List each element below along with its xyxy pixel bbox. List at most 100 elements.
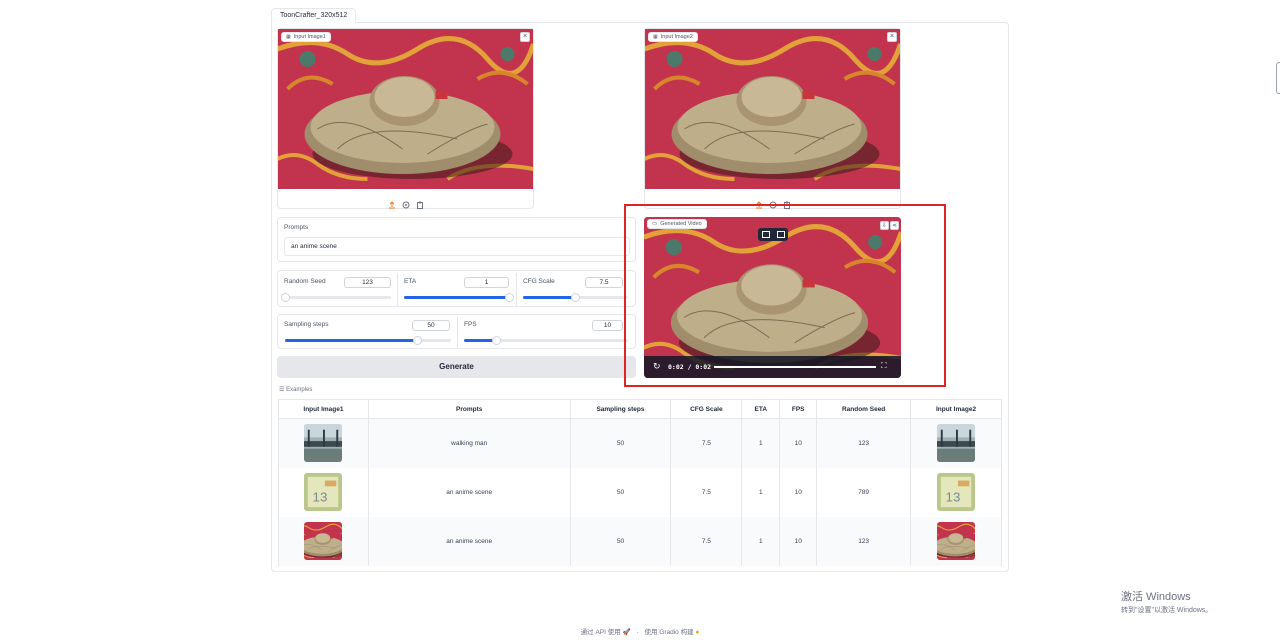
- prompts-input[interactable]: an anime scene: [284, 237, 630, 256]
- eta-label: ETA: [404, 278, 417, 285]
- footer: 通过 API 使用 🚀 · 使用 Gradio 构建 ●: [0, 626, 1280, 636]
- random-seed-slider[interactable]: [280, 293, 391, 302]
- col-eta: ETA: [741, 399, 781, 419]
- fps-slider[interactable]: [464, 336, 628, 345]
- examples-label: ☰ Examples: [279, 386, 312, 393]
- side-scroll-handle[interactable]: [1276, 62, 1280, 94]
- prompts-field: Prompts an anime scene: [277, 217, 636, 262]
- example-seed: 789: [816, 467, 912, 517]
- table-row[interactable]: walking man 50 7.5 1 10 123: [278, 418, 1002, 468]
- cfg-scale-slider-thumb[interactable]: [571, 293, 580, 302]
- api-link[interactable]: 通过 API 使用: [581, 629, 621, 636]
- windows-activation-title: 激活 Windows: [1121, 591, 1191, 603]
- upload-icon[interactable]: [755, 196, 763, 209]
- footer-separator: ·: [636, 629, 639, 636]
- tooncrafter-tab[interactable]: ToonCrafter_320x512: [271, 8, 357, 23]
- rocket-icon: 🚀: [622, 629, 631, 636]
- sampling-steps-label: Sampling steps: [284, 321, 329, 328]
- example-eta: 1: [741, 418, 781, 468]
- clipboard-icon[interactable]: [416, 196, 424, 209]
- input-image1-toolbar: [278, 196, 533, 209]
- divider: [457, 317, 458, 348]
- params-row-1: Random Seed 123 ETA 1 CFG Scale 7.5: [277, 270, 636, 307]
- webcam-icon[interactable]: [402, 196, 410, 209]
- example-steps: 50: [569, 516, 672, 566]
- list-icon: ☰: [279, 387, 285, 393]
- fps-input[interactable]: 10: [592, 320, 623, 331]
- highlight-annotation-box: [624, 204, 946, 387]
- table-row[interactable]: an anime scene 50 7.5 1 10 123: [278, 516, 1002, 566]
- fps-label: FPS: [464, 321, 477, 328]
- prompts-label: Prompts: [284, 224, 309, 231]
- input-image1-box[interactable]: ▦ Input Image1 ×: [277, 28, 534, 209]
- col-prompts: Prompts: [367, 399, 571, 419]
- example-prompt: an anime scene: [367, 516, 571, 566]
- eta-slider-fill: [404, 296, 509, 299]
- example-steps: 50: [569, 418, 672, 468]
- generate-button[interactable]: Generate: [277, 356, 636, 378]
- input-image2-label: ▦ Input Image2: [648, 32, 698, 42]
- eta-input[interactable]: 1: [464, 277, 509, 288]
- params-row-2: Sampling steps 50 FPS 10: [277, 314, 636, 349]
- example-thumb-image2: [910, 418, 1002, 468]
- col-input-image1: Input Image1: [278, 399, 369, 419]
- clipboard-icon[interactable]: [783, 196, 791, 209]
- gradio-logo-icon: ●: [695, 629, 700, 636]
- example-eta: 1: [741, 467, 781, 517]
- example-fps: 10: [779, 516, 818, 566]
- examples-table: Input Image1 Prompts Sampling steps CFG …: [278, 399, 1002, 566]
- sampling-steps-input[interactable]: 50: [412, 320, 450, 331]
- input-image2-toolbar: [645, 196, 900, 209]
- input-image1-label-text: Input Image1: [293, 34, 326, 40]
- sampling-steps-slider[interactable]: [285, 336, 451, 345]
- sampling-steps-slider-thumb[interactable]: [413, 336, 423, 345]
- example-cfg: 7.5: [670, 516, 743, 566]
- sampling-steps-slider-fill: [285, 339, 418, 342]
- examples-label-text: Examples: [286, 387, 313, 393]
- input-image2-box[interactable]: ▦ Input Image2 ×: [644, 28, 901, 209]
- example-seed: 123: [816, 418, 912, 468]
- webcam-icon[interactable]: [769, 196, 777, 209]
- windows-activation-watermark: 激活 Windows 转到"设置"以激活 Windows。: [1121, 588, 1212, 615]
- example-seed: 123: [816, 516, 912, 566]
- example-steps: 50: [569, 467, 672, 517]
- table-row[interactable]: an anime scene 50 7.5 1 10 789: [278, 467, 1002, 517]
- col-random-seed: Random Seed: [816, 399, 912, 419]
- col-fps: FPS: [779, 399, 818, 419]
- image-icon: ▦: [286, 34, 291, 40]
- example-thumb-image2: [910, 516, 1002, 566]
- cfg-scale-slider-fill: [523, 296, 576, 299]
- eta-slider[interactable]: [404, 293, 514, 302]
- input-image1-clear-button[interactable]: ×: [520, 32, 530, 42]
- image-icon: ▦: [653, 34, 658, 40]
- random-seed-input[interactable]: 123: [344, 277, 391, 288]
- fps-slider-thumb[interactable]: [492, 336, 502, 345]
- example-fps: 10: [779, 467, 818, 517]
- example-cfg: 7.5: [670, 467, 743, 517]
- example-prompt: an anime scene: [367, 467, 571, 517]
- col-cfg-scale: CFG Scale: [670, 399, 743, 419]
- example-prompt: walking man: [367, 418, 571, 468]
- eta-slider-thumb[interactable]: [504, 293, 514, 302]
- example-thumb-image2: [910, 467, 1002, 517]
- divider: [516, 273, 517, 306]
- gradio-link[interactable]: 使用 Gradio 构建: [644, 629, 693, 636]
- example-eta: 1: [741, 516, 781, 566]
- input-image2-clear-button[interactable]: ×: [887, 32, 897, 42]
- input-image2-preview: [645, 29, 900, 189]
- example-fps: 10: [779, 418, 818, 468]
- cfg-scale-label: CFG Scale: [523, 278, 555, 285]
- input-image1-label: ▦ Input Image1: [281, 32, 331, 42]
- col-input-image2: Input Image2: [910, 399, 1002, 419]
- col-sampling-steps: Sampling steps: [569, 399, 672, 419]
- upload-icon[interactable]: [388, 196, 396, 209]
- cfg-scale-slider[interactable]: [523, 293, 628, 302]
- example-thumb-image1: [278, 418, 369, 468]
- example-cfg: 7.5: [670, 418, 743, 468]
- random-seed-label: Random Seed: [284, 278, 326, 285]
- random-seed-slider-thumb[interactable]: [280, 293, 290, 302]
- cfg-scale-input[interactable]: 7.5: [585, 277, 623, 288]
- divider: [397, 273, 398, 306]
- input-image1-preview: [278, 29, 533, 189]
- example-thumb-image1: [278, 467, 369, 517]
